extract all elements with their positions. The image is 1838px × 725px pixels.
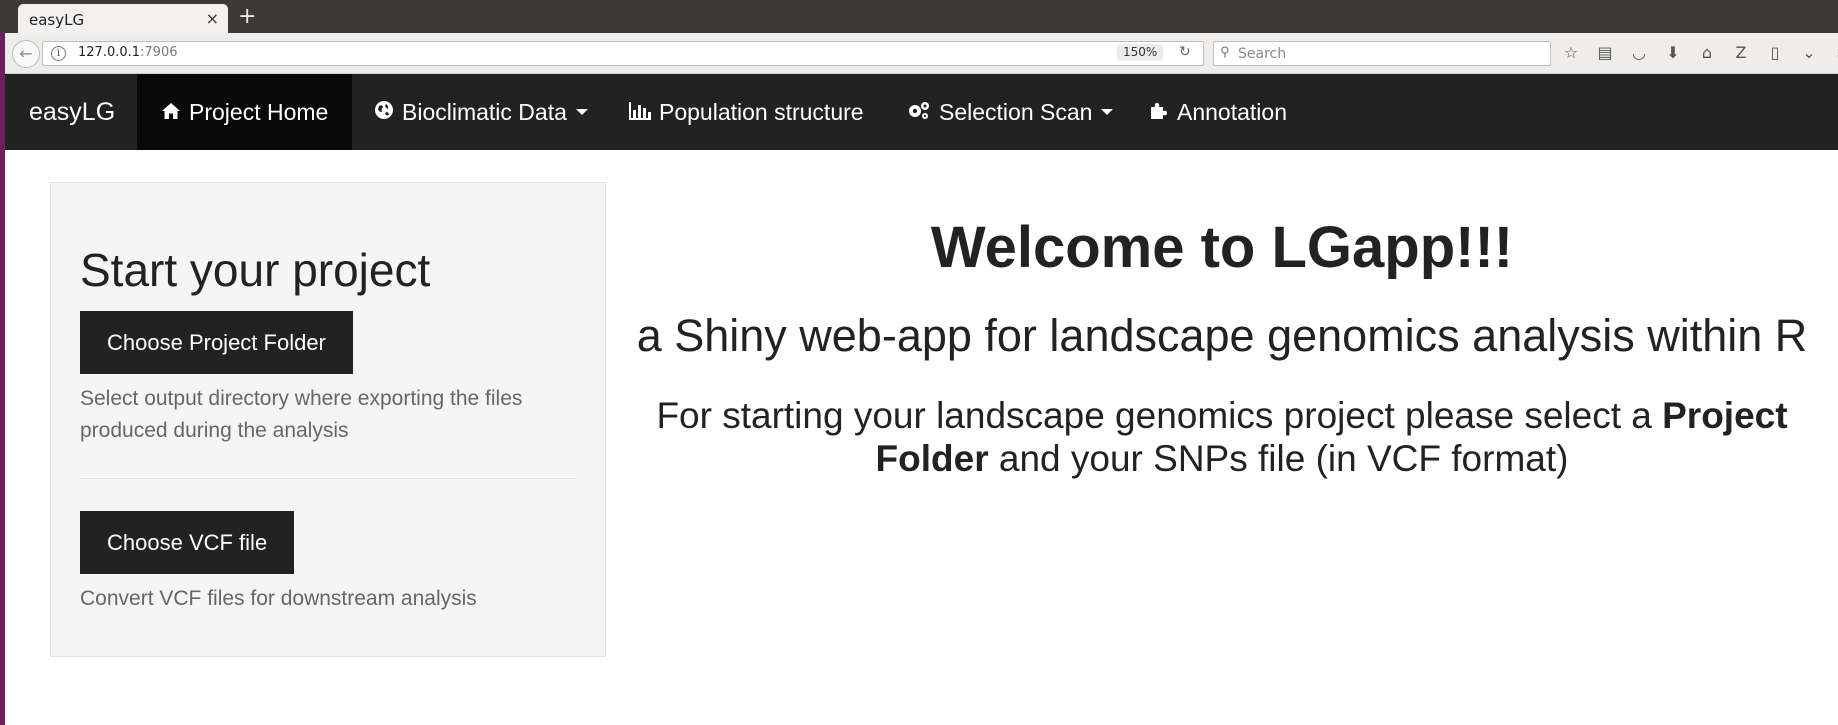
choose-project-folder-button[interactable]: Choose Project Folder: [80, 311, 353, 374]
subtitle-heading: a Shiny web-app for landscape genomics a…: [636, 310, 1808, 361]
search-box[interactable]: ⚲: [1213, 41, 1551, 66]
back-arrow-icon[interactable]: ←: [12, 40, 40, 68]
puzzle-icon: [1149, 99, 1169, 126]
caret-down-icon: [1101, 109, 1114, 115]
tab-title: easyLG: [29, 11, 85, 29]
home-icon: [161, 99, 181, 126]
tab-project-home[interactable]: Project Home: [137, 74, 353, 150]
reload-icon[interactable]: ↻: [1179, 44, 1191, 60]
home-browser-icon[interactable]: ⌂: [1697, 42, 1717, 64]
browser-tab-bar: easyLG × +: [0, 0, 1838, 34]
toolbar-icons: ☆ ▤ ◡ ⬇ ⌂ Z ▯ ⌄ ≡: [1561, 42, 1838, 64]
gears-icon: [907, 99, 931, 126]
bar-chart-icon: [629, 99, 651, 126]
choose-vcf-file-button[interactable]: Choose VCF file: [80, 511, 295, 574]
url-port: :7906: [140, 45, 178, 60]
browser-tab[interactable]: easyLG ×: [18, 4, 228, 34]
globe-icon: [374, 99, 394, 126]
tab-label: Bioclimatic Data: [402, 98, 567, 125]
tab-population-structure[interactable]: Population structure: [629, 74, 864, 150]
sidebar-panel: Start your project Choose Project Folder…: [50, 182, 606, 657]
tab-label: Population structure: [659, 98, 864, 125]
sidebar-title: Start your project: [80, 244, 431, 296]
url-text: 127.0.0.1:7906: [78, 45, 178, 60]
folder-help-text: Select output directory where exporting …: [80, 387, 523, 442]
tab-label: Project Home: [189, 98, 329, 125]
bookmark-star-icon[interactable]: ☆: [1561, 42, 1581, 64]
tab-annotation[interactable]: Annotation: [1149, 74, 1287, 150]
zotero-icon[interactable]: Z: [1731, 42, 1751, 64]
intro-post: and your SNPs file (in VCF format): [988, 438, 1569, 479]
tab-label: Annotation: [1177, 98, 1287, 125]
search-input[interactable]: [1236, 44, 1540, 64]
url-host: 127.0.0.1: [78, 45, 141, 60]
tab-close-icon[interactable]: ×: [206, 9, 219, 28]
chevron-down-icon[interactable]: ⌄: [1799, 42, 1819, 64]
hamburger-menu-icon[interactable]: ≡: [1833, 42, 1838, 64]
zoom-level[interactable]: 150%: [1117, 44, 1164, 61]
caret-down-icon: [575, 109, 588, 115]
browser-toolbar: ← i 127.0.0.1:7906 150% ↻ ⚲ ☆ ▤ ◡ ⬇ ⌂ Z …: [5, 33, 1838, 74]
reading-list-icon[interactable]: ▤: [1595, 42, 1615, 64]
vcf-help-text: Convert VCF files for downstream analysi…: [80, 587, 477, 610]
pocket-icon[interactable]: ◡: [1629, 42, 1649, 64]
download-icon[interactable]: ⬇: [1663, 42, 1683, 64]
intro-text: For starting your landscape genomics pro…: [636, 394, 1808, 480]
page-menu-icon[interactable]: ▯: [1765, 42, 1785, 64]
tab-label: Selection Scan: [939, 98, 1093, 125]
tab-selection-scan[interactable]: Selection Scan: [907, 74, 1114, 150]
divider: [80, 478, 577, 479]
app-navbar: easyLG Project Home Bioclimatic Data Pop…: [5, 74, 1838, 150]
welcome-heading: Welcome to LGapp!!!: [930, 215, 1514, 280]
search-icon: ⚲: [1220, 45, 1230, 60]
url-bar[interactable]: i 127.0.0.1:7906 150% ↻: [42, 41, 1204, 66]
new-tab-button[interactable]: +: [238, 4, 256, 30]
info-icon[interactable]: i: [51, 46, 66, 61]
intro-pre: For starting your landscape genomics pro…: [656, 395, 1663, 436]
tab-bioclimatic-data[interactable]: Bioclimatic Data: [374, 74, 588, 150]
brand-logo[interactable]: easyLG: [29, 98, 115, 127]
